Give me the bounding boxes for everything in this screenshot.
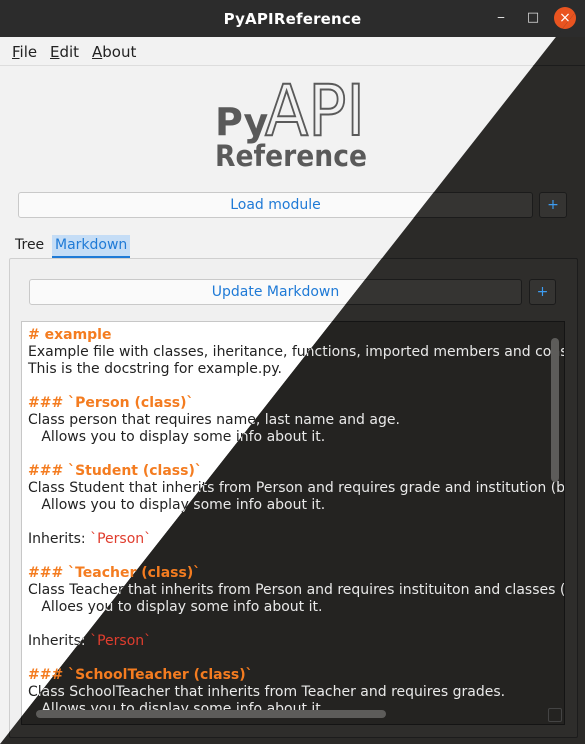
menu-file[interactable]: File bbox=[12, 43, 37, 61]
markdown-heading: # example bbox=[28, 327, 112, 343]
tab-markdown[interactable]: Markdown bbox=[52, 235, 131, 258]
title-bar: PyAPIReference ⎯ □ × bbox=[0, 0, 585, 37]
markdown-line bbox=[28, 616, 564, 633]
markdown-heading: ### `SchoolTeacher (class)` bbox=[28, 667, 253, 683]
horizontal-scrollbar-dark[interactable] bbox=[36, 710, 386, 718]
maximize-icon[interactable]: □ bbox=[523, 8, 543, 28]
minimize-icon[interactable]: ⎯ bbox=[491, 8, 511, 28]
markdown-line bbox=[28, 650, 564, 667]
menu-divider bbox=[0, 65, 585, 66]
markdown-line: Class SchoolTeacher that inherits from T… bbox=[28, 684, 506, 700]
markdown-line: Inherits: `Person` bbox=[28, 633, 564, 650]
add-markdown-button-dark[interactable]: + bbox=[529, 279, 556, 305]
tab-tree[interactable]: Tree bbox=[15, 235, 44, 256]
markdown-heading: ### `Person (class)` bbox=[28, 395, 194, 411]
logo-reference: Reference bbox=[215, 139, 367, 169]
logo-py: Py bbox=[215, 100, 269, 144]
inherits-code: `Person` bbox=[90, 531, 152, 547]
menu-about[interactable]: About bbox=[92, 43, 136, 61]
markdown-heading: ### `Student (class)` bbox=[28, 463, 202, 479]
pyapireference-logo: Py API Reference bbox=[215, 77, 367, 169]
scroll-corner-dark bbox=[548, 708, 562, 722]
vertical-scrollbar-dark[interactable] bbox=[551, 338, 559, 482]
inherits-label: Inherits: bbox=[28, 531, 91, 547]
add-module-button-dark[interactable]: + bbox=[539, 192, 567, 218]
app-window: PyAPIReference ⎯ □ × File Edit About Py … bbox=[0, 0, 585, 744]
menu-edit[interactable]: Edit bbox=[50, 43, 79, 61]
menu-bar: File Edit About bbox=[0, 37, 585, 66]
inherits-code: `Person` bbox=[90, 633, 152, 649]
markdown-line: ### `SchoolTeacher (class)` bbox=[28, 667, 564, 684]
